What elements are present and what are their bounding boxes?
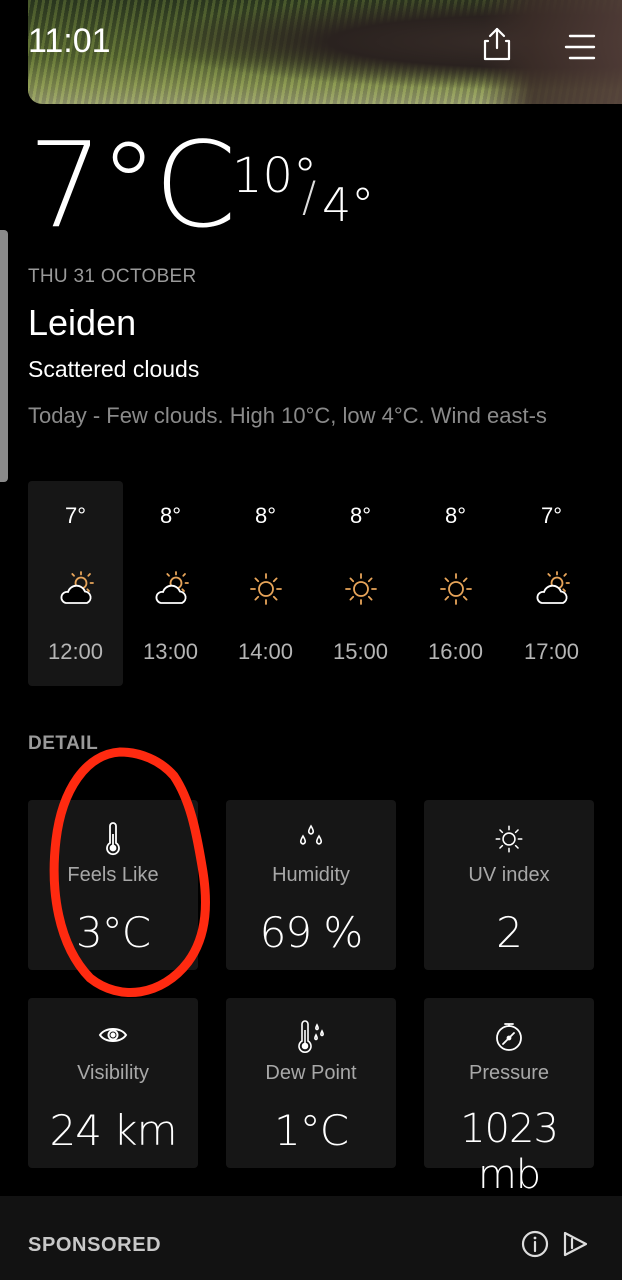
temp-separator: / — [302, 172, 317, 221]
condition-text: Scattered clouds — [28, 356, 200, 382]
sun-icon — [408, 569, 503, 609]
hour-temp: 8° — [349, 503, 372, 528]
hour-temp: 8° — [444, 503, 467, 528]
pressure-value: 1023 mb — [460, 1106, 559, 1198]
dew-point-icon — [226, 1020, 396, 1054]
humidity-card[interactable]: Humidity 69 % — [226, 800, 396, 970]
hourly-forecast[interactable]: 7° 12:00 8° 13:00 8° 14:00 8° 15:00 8° 1… — [28, 481, 622, 686]
visibility-label: Visibility — [77, 1062, 149, 1084]
sun-icon — [313, 569, 408, 609]
hour-time: 17:00 — [523, 639, 580, 664]
dew-point-card[interactable]: Dew Point 1°C — [226, 998, 396, 1168]
partly-cloudy-icon — [123, 569, 218, 609]
uv-index-value: 2 — [496, 908, 523, 957]
date-label: THU 31 OCTOBER — [28, 266, 197, 287]
current-temperature: 7°C — [28, 116, 236, 254]
hour-temp: 7° — [540, 503, 563, 528]
city-name: Leiden — [28, 302, 137, 343]
forecast-summary: Today - Few clouds. High 10°C, low 4°C. … — [28, 403, 547, 428]
gauge-icon — [424, 1020, 594, 1054]
hour-item[interactable]: 8° 16:00 — [408, 481, 503, 686]
hour-temp: 7° — [64, 503, 87, 528]
hour-time: 12:00 — [47, 639, 104, 664]
dew-point-value: 1°C — [273, 1106, 349, 1155]
partly-cloudy-icon — [504, 569, 599, 609]
menu-icon[interactable] — [564, 34, 596, 65]
drawer-handle[interactable] — [0, 230, 8, 482]
feels-like-label: Feels Like — [67, 864, 159, 886]
ad-choices-icon[interactable] — [560, 1229, 590, 1264]
humidity-label: Humidity — [272, 864, 350, 886]
pressure-card[interactable]: Pressure 1023 mb — [424, 998, 594, 1198]
droplets-icon — [226, 822, 396, 856]
hour-item[interactable]: 8° 13:00 — [123, 481, 218, 686]
hour-item[interactable]: 8° 15:00 — [313, 481, 408, 686]
pressure-label: Pressure — [468, 1062, 550, 1084]
share-icon[interactable] — [482, 26, 512, 67]
details-heading: DETAIL — [28, 733, 99, 754]
uv-index-label: UV index — [468, 864, 550, 886]
visibility-value: 24 km — [49, 1106, 177, 1155]
dew-point-label: Dew Point — [265, 1062, 357, 1084]
sponsored-label: SPONSORED — [28, 1234, 162, 1256]
sun-icon — [218, 569, 313, 609]
hour-time: 16:00 — [427, 639, 484, 664]
feels-like-card[interactable]: Feels Like 3°C — [28, 800, 198, 970]
hour-temp: 8° — [254, 503, 277, 528]
hour-time: 15:00 — [332, 639, 389, 664]
hour-item[interactable]: 7° 17:00 — [504, 481, 599, 686]
header-photo — [28, 0, 622, 104]
visibility-card[interactable]: Visibility 24 km — [28, 998, 198, 1168]
thermometer-icon — [28, 822, 198, 856]
hour-item[interactable]: 7° 12:00 — [28, 481, 123, 686]
status-time: 11:01 — [28, 22, 111, 60]
hour-time: 13:00 — [142, 639, 199, 664]
info-icon[interactable] — [520, 1229, 550, 1264]
uv-index-card[interactable]: UV index 2 — [424, 800, 594, 970]
hour-time: 14:00 — [237, 639, 294, 664]
partly-cloudy-icon — [28, 569, 123, 609]
feels-like-value: 3°C — [75, 908, 151, 957]
hour-item[interactable]: 8° 14:00 — [218, 481, 313, 686]
humidity-value: 69 % — [259, 908, 364, 957]
hour-temp: 8° — [159, 503, 182, 528]
sun-icon — [424, 822, 594, 856]
low-temperature: 4° — [322, 178, 375, 232]
eye-icon — [28, 1020, 198, 1054]
